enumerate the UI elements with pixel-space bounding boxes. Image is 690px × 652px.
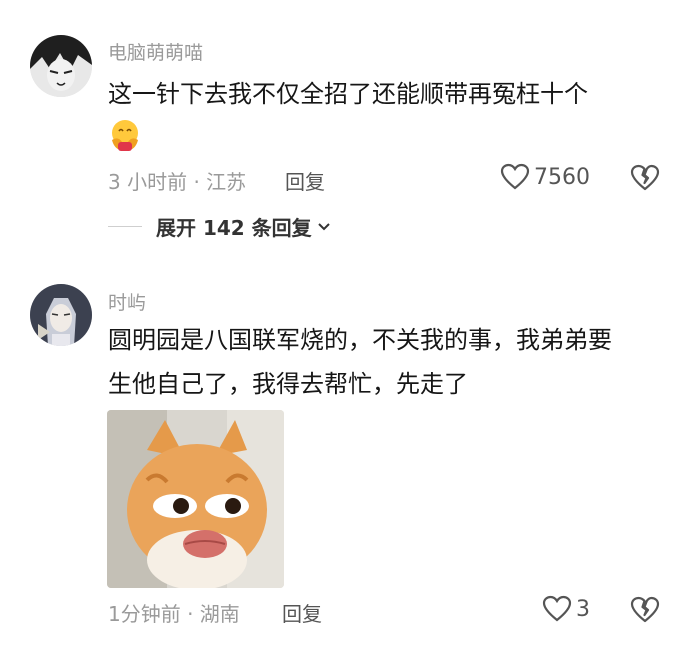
avatar[interactable] (30, 284, 92, 346)
dislike-button[interactable] (630, 163, 660, 193)
avatar[interactable] (30, 35, 92, 97)
reply-button[interactable]: 回复 (285, 166, 325, 195)
comment-text: 这一针下去我不仅全招了还能顺带再冤枉十个 (108, 80, 588, 108)
broken-heart-icon (630, 596, 660, 623)
comment-text-line-2: 生他自己了，我得去帮忙，先走了 (108, 370, 468, 398)
comment-text-line-1: 圆明园是八国联军烧的，不关我的事，我弟弟要 (108, 326, 612, 354)
hug-emoji-icon (108, 118, 142, 152)
reply-button[interactable]: 回复 (282, 598, 322, 627)
like-count: 3 (576, 596, 590, 622)
heart-icon (542, 595, 572, 622)
username[interactable]: 时屿 (108, 288, 146, 315)
heart-icon (500, 163, 530, 190)
expand-replies-label: 展开 142 条回复 (156, 216, 312, 240)
cat-sticker-image[interactable] (107, 410, 284, 588)
like-count: 7560 (534, 164, 590, 190)
comment-time-location: 1分钟前 · 湖南 (108, 602, 240, 626)
broken-heart-icon (630, 164, 660, 191)
comment-time-location: 3 小时前 · 江苏 (108, 170, 247, 194)
username[interactable]: 电脑萌萌喵 (108, 38, 203, 65)
like-button[interactable]: 3 (542, 595, 590, 623)
comment-item: 时屿 圆明园是八国联军烧的，不关我的事，我弟弟要 生他自己了，我得去帮忙，先走了… (0, 260, 690, 652)
chevron-down-icon (317, 222, 330, 230)
dislike-button[interactable] (630, 595, 660, 625)
comment-item: 电脑萌萌喵 这一针下去我不仅全招了还能顺带再冤枉十个 3 小时前 · 江苏 回复… (0, 0, 690, 260)
expand-replies-button[interactable]: 展开 142 条回复 (108, 212, 332, 241)
like-button[interactable]: 7560 (500, 163, 590, 191)
divider (108, 226, 142, 227)
